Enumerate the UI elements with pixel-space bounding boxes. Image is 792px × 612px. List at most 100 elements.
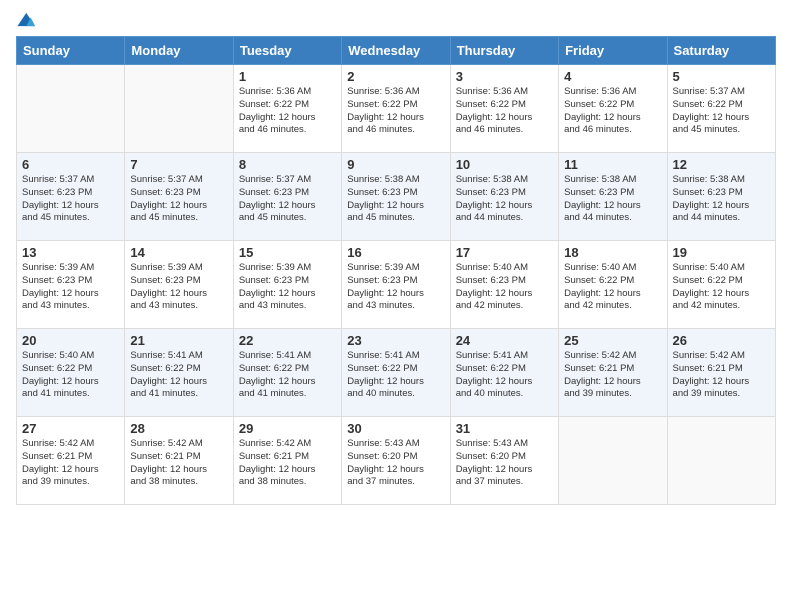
- day-info: Sunrise: 5:38 AM Sunset: 6:23 PM Dayligh…: [347, 174, 444, 225]
- calendar-cell: 26 Sunrise: 5:42 AM Sunset: 6:21 PM Dayli…: [667, 329, 775, 417]
- day-number: 10: [456, 157, 553, 172]
- day-info: Sunrise: 5:36 AM Sunset: 6:22 PM Dayligh…: [239, 86, 336, 137]
- calendar-cell: 17 Sunrise: 5:40 AM Sunset: 6:23 PM Dayli…: [450, 241, 558, 329]
- calendar-cell: [125, 65, 233, 153]
- calendar-cell: 3 Sunrise: 5:36 AM Sunset: 6:22 PM Daylig…: [450, 65, 558, 153]
- day-info: Sunrise: 5:40 AM Sunset: 6:22 PM Dayligh…: [564, 262, 661, 313]
- day-info: Sunrise: 5:36 AM Sunset: 6:22 PM Dayligh…: [564, 86, 661, 137]
- calendar-cell: 25 Sunrise: 5:42 AM Sunset: 6:21 PM Dayli…: [559, 329, 667, 417]
- day-header-tuesday: Tuesday: [233, 37, 341, 65]
- day-info: Sunrise: 5:36 AM Sunset: 6:22 PM Dayligh…: [347, 86, 444, 137]
- day-number: 13: [22, 245, 119, 260]
- day-header-wednesday: Wednesday: [342, 37, 450, 65]
- day-number: 30: [347, 421, 444, 436]
- day-number: 20: [22, 333, 119, 348]
- calendar-cell: 9 Sunrise: 5:38 AM Sunset: 6:23 PM Daylig…: [342, 153, 450, 241]
- day-number: 29: [239, 421, 336, 436]
- day-info: Sunrise: 5:37 AM Sunset: 6:22 PM Dayligh…: [673, 86, 770, 137]
- day-number: 9: [347, 157, 444, 172]
- day-info: Sunrise: 5:42 AM Sunset: 6:21 PM Dayligh…: [673, 350, 770, 401]
- day-number: 24: [456, 333, 553, 348]
- day-number: 31: [456, 421, 553, 436]
- day-info: Sunrise: 5:40 AM Sunset: 6:22 PM Dayligh…: [22, 350, 119, 401]
- calendar-cell: [667, 417, 775, 505]
- day-info: Sunrise: 5:37 AM Sunset: 6:23 PM Dayligh…: [130, 174, 227, 225]
- day-info: Sunrise: 5:39 AM Sunset: 6:23 PM Dayligh…: [347, 262, 444, 313]
- calendar-cell: 23Sunrise: 5:41 AM Sunset: 6:22 PM Dayli…: [342, 329, 450, 417]
- day-info: Sunrise: 5:38 AM Sunset: 6:23 PM Dayligh…: [673, 174, 770, 225]
- day-info: Sunrise: 5:42 AM Sunset: 6:21 PM Dayligh…: [130, 438, 227, 489]
- calendar-cell: 10 Sunrise: 5:38 AM Sunset: 6:23 PM Dayli…: [450, 153, 558, 241]
- day-info: Sunrise: 5:36 AM Sunset: 6:22 PM Dayligh…: [456, 86, 553, 137]
- day-header-saturday: Saturday: [667, 37, 775, 65]
- calendar-cell: [17, 65, 125, 153]
- day-number: 7: [130, 157, 227, 172]
- calendar-cell: 27Sunrise: 5:42 AM Sunset: 6:21 PM Dayli…: [17, 417, 125, 505]
- calendar-cell: [559, 417, 667, 505]
- day-number: 19: [673, 245, 770, 260]
- day-number: 3: [456, 69, 553, 84]
- calendar-cell: 1 Sunrise: 5:36 AM Sunset: 6:22 PM Daylig…: [233, 65, 341, 153]
- calendar-cell: 30 Sunrise: 5:43 AM Sunset: 6:20 PM Dayli…: [342, 417, 450, 505]
- day-number: 2: [347, 69, 444, 84]
- day-info: Sunrise: 5:42 AM Sunset: 6:21 PM Dayligh…: [22, 438, 119, 489]
- calendar-cell: 20 Sunrise: 5:40 AM Sunset: 6:22 PM Dayli…: [17, 329, 125, 417]
- day-number: 26: [673, 333, 770, 348]
- day-info: Sunrise: 5:41 AM Sunset: 6:22 PM Dayligh…: [456, 350, 553, 401]
- day-number: 14: [130, 245, 227, 260]
- day-header-friday: Friday: [559, 37, 667, 65]
- calendar-cell: 8 Sunrise: 5:37 AM Sunset: 6:23 PM Daylig…: [233, 153, 341, 241]
- calendar-cell: 22Sunrise: 5:41 AM Sunset: 6:22 PM Dayli…: [233, 329, 341, 417]
- day-number: 4: [564, 69, 661, 84]
- calendar-cell: 5 Sunrise: 5:37 AM Sunset: 6:22 PM Daylig…: [667, 65, 775, 153]
- calendar-week-row: 1 Sunrise: 5:36 AM Sunset: 6:22 PM Daylig…: [17, 65, 776, 153]
- logo-icon: [16, 10, 38, 32]
- calendar-cell: 14 Sunrise: 5:39 AM Sunset: 6:23 PM Dayli…: [125, 241, 233, 329]
- day-info: Sunrise: 5:38 AM Sunset: 6:23 PM Dayligh…: [456, 174, 553, 225]
- calendar-table: SundayMondayTuesdayWednesdayThursdayFrid…: [16, 36, 776, 505]
- calendar-cell: 7 Sunrise: 5:37 AM Sunset: 6:23 PM Daylig…: [125, 153, 233, 241]
- calendar-cell: 21 Sunrise: 5:41 AM Sunset: 6:22 PM Dayli…: [125, 329, 233, 417]
- calendar-week-row: 13 Sunrise: 5:39 AM Sunset: 6:23 PM Dayli…: [17, 241, 776, 329]
- calendar-cell: 4 Sunrise: 5:36 AM Sunset: 6:22 PM Daylig…: [559, 65, 667, 153]
- day-number: 25: [564, 333, 661, 348]
- day-info: Sunrise: 5:37 AM Sunset: 6:23 PM Dayligh…: [239, 174, 336, 225]
- day-info: Sunrise: 5:43 AM Sunset: 6:20 PM Dayligh…: [347, 438, 444, 489]
- page-header: [16, 10, 776, 32]
- calendar-body: 1 Sunrise: 5:36 AM Sunset: 6:22 PM Daylig…: [17, 65, 776, 505]
- day-number: 1: [239, 69, 336, 84]
- calendar-cell: 29Sunrise: 5:42 AM Sunset: 6:21 PM Dayli…: [233, 417, 341, 505]
- day-info: Sunrise: 5:40 AM Sunset: 6:23 PM Dayligh…: [456, 262, 553, 313]
- calendar-cell: 31 Sunrise: 5:43 AM Sunset: 6:20 PM Dayli…: [450, 417, 558, 505]
- day-number: 21: [130, 333, 227, 348]
- day-info: Sunrise: 5:43 AM Sunset: 6:20 PM Dayligh…: [456, 438, 553, 489]
- day-info: Sunrise: 5:39 AM Sunset: 6:23 PM Dayligh…: [22, 262, 119, 313]
- day-header-monday: Monday: [125, 37, 233, 65]
- calendar-cell: 28 Sunrise: 5:42 AM Sunset: 6:21 PM Dayli…: [125, 417, 233, 505]
- day-info: Sunrise: 5:41 AM Sunset: 6:22 PM Dayligh…: [130, 350, 227, 401]
- calendar-cell: 11Sunrise: 5:38 AM Sunset: 6:23 PM Dayli…: [559, 153, 667, 241]
- calendar-week-row: 20 Sunrise: 5:40 AM Sunset: 6:22 PM Dayli…: [17, 329, 776, 417]
- day-number: 15: [239, 245, 336, 260]
- day-number: 16: [347, 245, 444, 260]
- day-header-sunday: Sunday: [17, 37, 125, 65]
- day-info: Sunrise: 5:42 AM Sunset: 6:21 PM Dayligh…: [564, 350, 661, 401]
- day-number: 5: [673, 69, 770, 84]
- calendar-cell: 15 Sunrise: 5:39 AM Sunset: 6:23 PM Dayli…: [233, 241, 341, 329]
- calendar-week-row: 6 Sunrise: 5:37 AM Sunset: 6:23 PM Daylig…: [17, 153, 776, 241]
- day-info: Sunrise: 5:40 AM Sunset: 6:22 PM Dayligh…: [673, 262, 770, 313]
- day-number: 17: [456, 245, 553, 260]
- calendar-cell: 24 Sunrise: 5:41 AM Sunset: 6:22 PM Dayli…: [450, 329, 558, 417]
- day-info: Sunrise: 5:39 AM Sunset: 6:23 PM Dayligh…: [239, 262, 336, 313]
- day-info: Sunrise: 5:39 AM Sunset: 6:23 PM Dayligh…: [130, 262, 227, 313]
- day-number: 6: [22, 157, 119, 172]
- day-info: Sunrise: 5:41 AM Sunset: 6:22 PM Dayligh…: [347, 350, 444, 401]
- calendar-cell: 6Sunrise: 5:37 AM Sunset: 6:23 PM Daylig…: [17, 153, 125, 241]
- calendar-cell: 18 Sunrise: 5:40 AM Sunset: 6:22 PM Dayli…: [559, 241, 667, 329]
- day-number: 28: [130, 421, 227, 436]
- calendar-header-row: SundayMondayTuesdayWednesdayThursdayFrid…: [17, 37, 776, 65]
- logo: [16, 10, 42, 32]
- day-number: 8: [239, 157, 336, 172]
- calendar-cell: 16 Sunrise: 5:39 AM Sunset: 6:23 PM Dayli…: [342, 241, 450, 329]
- day-number: 18: [564, 245, 661, 260]
